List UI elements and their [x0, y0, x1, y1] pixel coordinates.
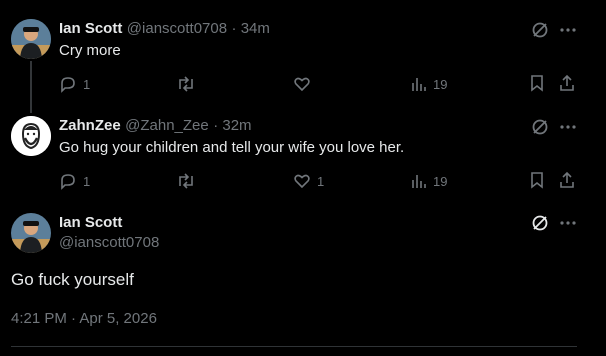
- thread-line: [30, 61, 32, 113]
- tweet-header: ZahnZee @Zahn_Zee · 32m: [59, 117, 252, 135]
- focused-tweet-text: Go fuck yourself: [11, 270, 134, 289]
- tweet-timestamp[interactable]: 4:21 PM · Apr 5, 2026: [11, 310, 157, 327]
- tweet-time[interactable]: · 32m: [213, 117, 251, 134]
- views-icon: [412, 175, 426, 188]
- author-name[interactable]: ZahnZee: [59, 117, 121, 134]
- grok-icon[interactable]: [530, 213, 550, 238]
- bookmark-icon[interactable]: [529, 171, 545, 194]
- divider: [11, 346, 577, 347]
- reply-count: 1: [83, 173, 91, 189]
- tweet-time[interactable]: · 34m: [232, 20, 270, 37]
- share-icon[interactable]: [558, 74, 576, 97]
- bookmark-icon[interactable]: [529, 74, 545, 97]
- reply-button[interactable]: 1: [59, 172, 90, 190]
- retweet-icon: [179, 173, 193, 189]
- tweet-text: Go hug your children and tell your wife …: [59, 139, 405, 156]
- grok-icon[interactable]: [530, 20, 550, 45]
- avatar[interactable]: [11, 116, 51, 156]
- avatar-image: [11, 213, 51, 253]
- like-button[interactable]: [293, 75, 317, 93]
- views-count: 19: [433, 76, 448, 92]
- tweet-header: Ian Scott @ianscott0708 · 34m: [59, 20, 270, 38]
- like-count: 1: [317, 173, 325, 189]
- author-handle[interactable]: @ianscott0708: [59, 234, 159, 251]
- views-button[interactable]: 19: [411, 172, 447, 190]
- share-icon[interactable]: [558, 171, 576, 194]
- reply-count: 1: [83, 76, 91, 92]
- retweet-button[interactable]: [176, 172, 202, 190]
- avatar-image: [11, 19, 51, 59]
- reply-icon: [61, 77, 75, 93]
- views-button[interactable]: 19: [411, 75, 447, 93]
- like-icon: [294, 174, 310, 189]
- more-icon[interactable]: [559, 213, 577, 238]
- reply-button[interactable]: 1: [59, 75, 90, 93]
- views-icon: [412, 78, 426, 91]
- like-button[interactable]: 1: [293, 172, 324, 190]
- more-icon[interactable]: [559, 20, 577, 45]
- views-count: 19: [433, 173, 448, 189]
- tweet-text: Cry more: [59, 42, 121, 59]
- retweet-icon: [179, 76, 193, 92]
- author-name[interactable]: Ian Scott: [59, 214, 122, 231]
- avatar[interactable]: [11, 213, 51, 253]
- grok-icon[interactable]: [530, 117, 550, 142]
- author-handle[interactable]: @ianscott0708: [127, 20, 227, 37]
- like-icon: [294, 77, 310, 92]
- reply-icon: [61, 174, 75, 190]
- avatar[interactable]: [11, 19, 51, 59]
- retweet-button[interactable]: [176, 75, 202, 93]
- more-icon[interactable]: [559, 117, 577, 142]
- author-handle[interactable]: @Zahn_Zee: [125, 117, 209, 134]
- author-name[interactable]: Ian Scott: [59, 20, 122, 37]
- avatar-image: [11, 116, 51, 156]
